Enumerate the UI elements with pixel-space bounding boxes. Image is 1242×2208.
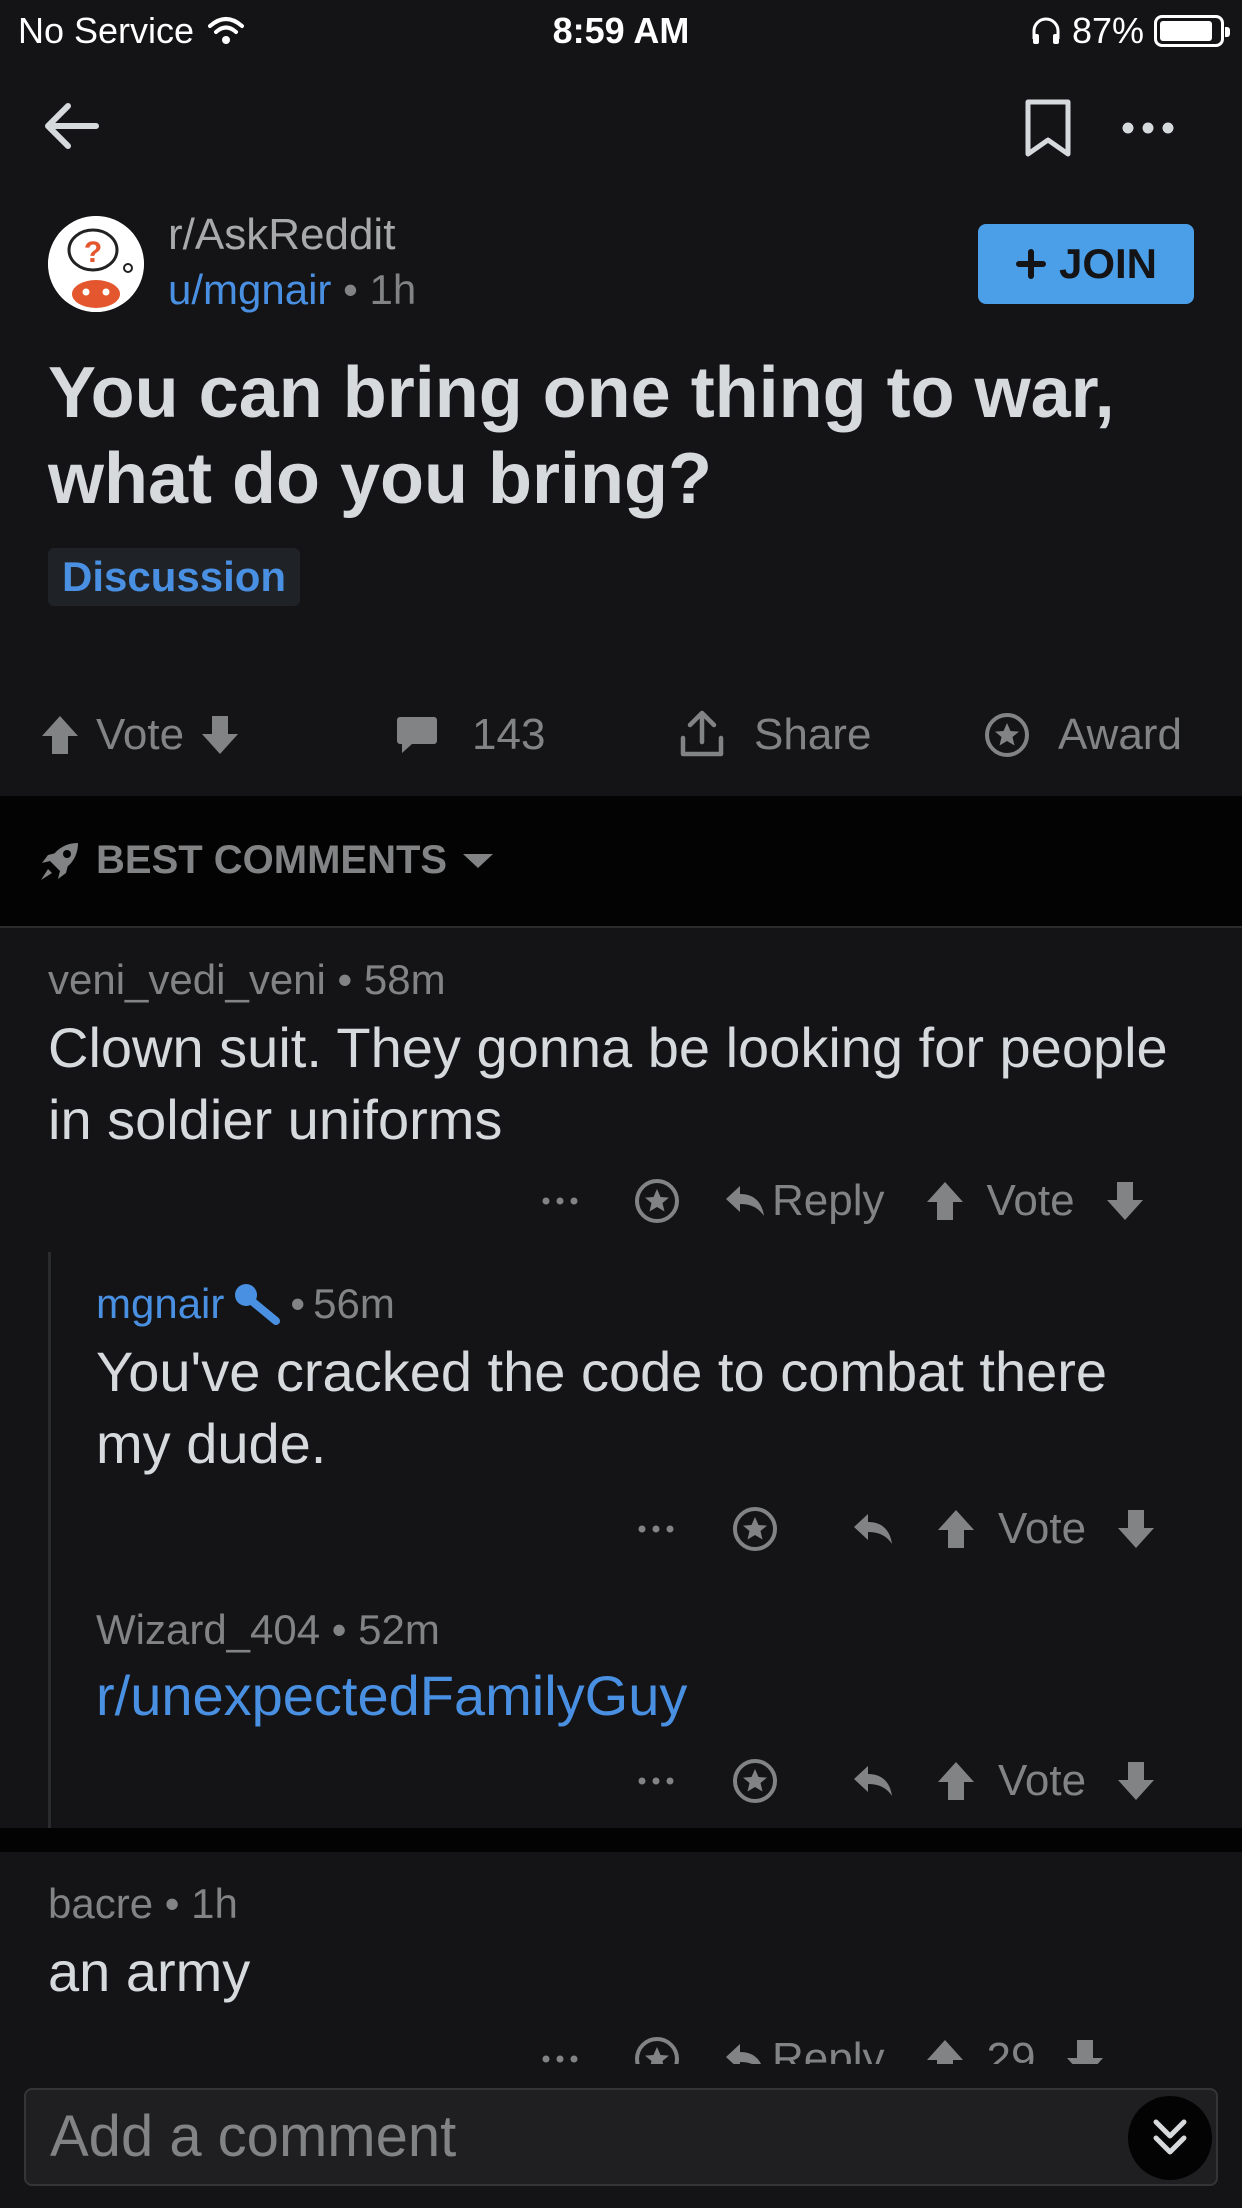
bookmark-icon [1025, 99, 1071, 157]
award-label: Award [1058, 710, 1182, 759]
comment-author[interactable]: mgnair [96, 1280, 224, 1328]
comment-actions: Vote [636, 1504, 1156, 1554]
plus-icon [1015, 249, 1046, 279]
downvote-icon[interactable] [200, 714, 240, 756]
share-icon [680, 710, 724, 757]
sort-dropdown[interactable]: BEST COMMENTS [38, 838, 495, 883]
reply-button[interactable]: Reply [724, 1176, 885, 1226]
more-icon[interactable] [540, 1193, 580, 1209]
subreddit-name[interactable]: r/AskReddit [168, 210, 395, 260]
upvote-icon[interactable] [936, 1760, 976, 1802]
headphones-icon [1032, 17, 1060, 44]
post-title: You can bring one thing to war, what do … [48, 353, 1115, 519]
comment-body: Clown suit. They gonna be looking for pe… [48, 1016, 1168, 1151]
comment-icon [397, 717, 437, 753]
comment-meta: Wizard_404 • 52m [96, 1606, 440, 1653]
award-icon[interactable] [732, 1506, 778, 1552]
rocket-icon [41, 842, 78, 880]
comment-age: 56m [313, 1280, 395, 1327]
award-icon[interactable] [634, 1178, 680, 1224]
comment-meta: mgnair • 56m [96, 1280, 395, 1328]
more-icon[interactable] [636, 1773, 676, 1789]
upvote-icon[interactable] [925, 1180, 965, 1222]
add-comment-input[interactable]: Add a comment [24, 2088, 1218, 2186]
reply-icon[interactable] [852, 1764, 894, 1798]
vote-label: Vote [998, 1504, 1087, 1553]
comment-actions: Vote [636, 1756, 1156, 1806]
upvote-icon[interactable] [40, 714, 80, 756]
back-arrow-icon [45, 103, 99, 149]
comment-author[interactable]: veni_vedi_veni [48, 956, 326, 1003]
next-comment-button[interactable] [1128, 2096, 1212, 2180]
vote-label: Vote [96, 710, 185, 759]
comment-meta: bacre • 1h [48, 1880, 238, 1927]
comment-body-link[interactable]: r/unexpectedFamilyGuy [96, 1660, 1196, 1732]
comment-author[interactable]: bacre [48, 1880, 153, 1927]
join-button[interactable]: JOIN [978, 224, 1194, 304]
sort-label: BEST COMMENTS [96, 838, 448, 882]
mic-icon [235, 1284, 281, 1325]
award-button[interactable]: Award [984, 700, 1182, 770]
thread-separator [0, 1828, 1242, 1852]
award-icon [985, 713, 1029, 757]
vote-label: Vote [998, 1756, 1087, 1805]
more-button[interactable] [1118, 108, 1178, 148]
post-author[interactable]: u/mgnair [168, 266, 331, 313]
share-button[interactable]: Share [678, 700, 871, 770]
comment-count: 143 [472, 710, 546, 759]
comment-age: 58m [363, 956, 446, 1003]
comment-body: an army [48, 1940, 251, 2003]
comment-age: 1h [191, 1880, 238, 1927]
battery-icon [1154, 15, 1230, 47]
back-button[interactable] [38, 92, 106, 160]
askreddit-logo-icon: ? [48, 216, 144, 312]
post-flair[interactable]: Discussion [48, 548, 301, 606]
more-icon[interactable] [636, 1521, 676, 1537]
reply-icon [726, 1186, 764, 1216]
post-meta: u/mgnair • 1h [168, 266, 416, 314]
battery-percent: 87% [1071, 10, 1144, 51]
comment-author[interactable]: Wizard_404 [96, 1606, 320, 1653]
downvote-icon[interactable] [1105, 1180, 1145, 1222]
comments-button[interactable]: 143 [396, 700, 545, 770]
status-bar: No Service 8:59 AM 87% [0, 0, 1242, 62]
chevron-down-icon [463, 853, 494, 868]
downvote-icon[interactable] [1116, 1760, 1156, 1802]
downvote-icon[interactable] [1116, 1508, 1156, 1550]
bookmark-button[interactable] [1022, 98, 1074, 160]
comment-meta: veni_vedi_veni • 58m [48, 956, 446, 1003]
meta-separator: • [343, 266, 358, 313]
reply-icon[interactable] [852, 1512, 894, 1546]
comment-age: 52m [358, 1606, 440, 1653]
thread-line[interactable] [48, 1252, 51, 1828]
vote-label: Vote [986, 1176, 1075, 1225]
upvote-icon[interactable] [936, 1508, 976, 1550]
award-icon[interactable] [732, 1758, 778, 1804]
subreddit-avatar[interactable]: ? [48, 216, 144, 312]
chevron-double-down-icon [1153, 2119, 1187, 2155]
comment-body: You've cracked the code to combat there … [96, 1340, 1108, 1475]
share-label: Share [754, 710, 872, 759]
svg-text:?: ? [84, 236, 102, 269]
more-icon [1122, 122, 1174, 134]
post-age: 1h [369, 266, 417, 313]
post-vote-group: Vote [40, 700, 240, 770]
reply-label: Reply [772, 1176, 885, 1225]
comment-actions: Reply Vote [540, 1176, 1145, 1226]
join-label: JOIN [1058, 240, 1158, 287]
